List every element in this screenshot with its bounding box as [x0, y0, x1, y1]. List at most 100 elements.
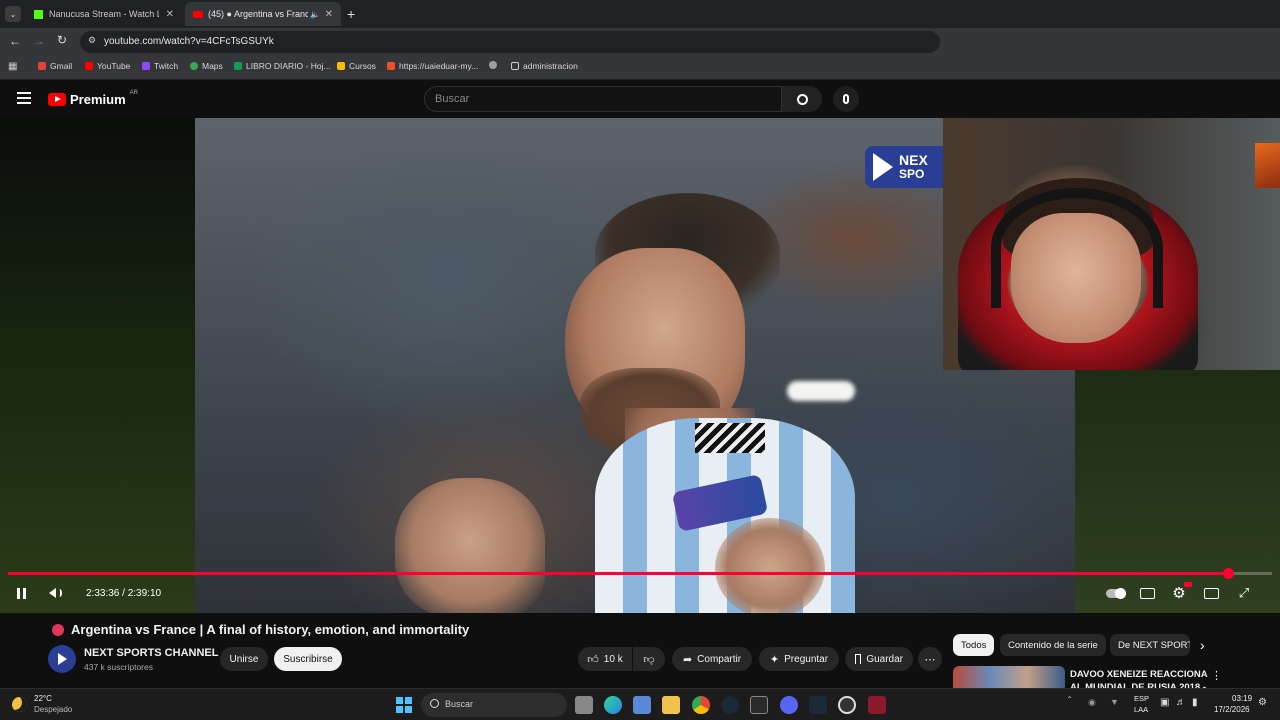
chip-series[interactable]: Contenido de la serie: [1000, 634, 1106, 656]
bookmark-uai[interactable]: https://uaieduar-my...: [387, 61, 478, 71]
save-button[interactable]: Guardar: [845, 647, 913, 671]
bookmark-youtube[interactable]: YouTube: [85, 61, 130, 71]
chrome-icon[interactable]: [692, 696, 710, 714]
ambient-left: [0, 118, 195, 613]
progress-fill: [8, 572, 1229, 575]
headphones: [991, 188, 1163, 308]
bookmark-twitch[interactable]: Twitch: [142, 61, 178, 71]
ask-button[interactable]: ✦ Preguntar: [759, 647, 839, 671]
light-glare: [787, 381, 855, 401]
steam-icon-2[interactable]: [809, 696, 827, 714]
apps-icon[interactable]: ▦: [8, 61, 17, 72]
video-player[interactable]: NEX SPO 2:33:36 / 2:39:10 ⚙ ⤢: [0, 118, 1280, 613]
menu-icon[interactable]: [17, 92, 31, 104]
epic-icon[interactable]: [750, 696, 768, 714]
search-input[interactable]: Buscar: [424, 86, 782, 112]
subtitles-button[interactable]: [1138, 584, 1156, 602]
video-title: Argentina vs France | A final of history…: [71, 622, 470, 637]
dzl-icon[interactable]: [868, 696, 886, 714]
tab-nanucusa[interactable]: Nanucusa Stream - Watch Live ✕: [26, 2, 182, 26]
like-button[interactable]: 👍︎ 10 k: [578, 647, 632, 671]
back-icon[interactable]: ←: [9, 34, 21, 48]
edge-icon[interactable]: [604, 696, 622, 714]
close-tab-icon[interactable]: ✕: [166, 9, 174, 20]
display-icon[interactable]: ▣: [1160, 697, 1169, 708]
youtube-play-icon: [48, 93, 66, 106]
search-icon: [430, 699, 439, 708]
bookmark-cursos[interactable]: Cursos: [337, 61, 376, 71]
watermark-line2: SPO: [899, 167, 925, 181]
twitch-icon: [142, 62, 150, 70]
clock-date[interactable]: 17/2/2026: [1214, 705, 1250, 714]
obs-icon[interactable]: [838, 696, 856, 714]
subscribe-button[interactable]: Suscribirse: [274, 647, 342, 671]
language-1[interactable]: ESP: [1134, 694, 1149, 703]
join-button[interactable]: Unirse: [220, 647, 268, 671]
clock-time[interactable]: 03:19: [1232, 694, 1252, 703]
theater-mode-button[interactable]: [1202, 584, 1220, 602]
watermark-line1: NEX: [899, 152, 928, 168]
autoplay-toggle[interactable]: [1105, 584, 1127, 602]
browser-toolbar: ← → ↻ ⚙ youtube.com/watch?v=4CFcTsGSUYk: [0, 28, 1280, 56]
youtube-logo[interactable]: Premium AR: [48, 90, 138, 107]
steam-icon[interactable]: [721, 696, 739, 714]
task-view-icon[interactable]: [575, 696, 593, 714]
taskbar-search[interactable]: Buscar: [421, 693, 567, 717]
hd-badge: [1184, 582, 1192, 587]
volume-button[interactable]: [45, 584, 65, 602]
close-tab-icon[interactable]: ✕: [325, 9, 333, 20]
explorer-icon[interactable]: [662, 696, 680, 714]
video-info: Argentina vs France | A final of history…: [0, 613, 1280, 688]
speaker-icon[interactable]: 🔈: [310, 10, 320, 19]
site-info-icon[interactable]: ⚙: [88, 35, 96, 46]
youtube-icon: [85, 62, 93, 70]
tray-chevron-icon[interactable]: ˆ: [1068, 696, 1071, 707]
forward-icon[interactable]: →: [33, 34, 45, 48]
start-button[interactable]: [396, 697, 412, 713]
more-actions-button[interactable]: ⋯: [918, 647, 942, 671]
pause-button[interactable]: [12, 584, 30, 602]
weather-temp[interactable]: 22°C: [34, 694, 52, 703]
gmail-icon: [38, 62, 46, 70]
new-tab-button[interactable]: +: [347, 6, 355, 22]
reload-icon[interactable]: ↻: [57, 33, 67, 47]
store-icon[interactable]: [633, 696, 651, 714]
tray-network-icon[interactable]: ◉: [1088, 697, 1096, 708]
related-thumbnail[interactable]: [953, 666, 1065, 688]
bookmark-maps[interactable]: Maps: [190, 61, 223, 71]
tab-title: Nanucusa Stream - Watch Live: [49, 9, 159, 19]
channel-avatar[interactable]: [48, 645, 76, 673]
bookmark-globe[interactable]: [489, 61, 501, 69]
dislike-button[interactable]: 👎︎: [633, 647, 665, 671]
settings-button[interactable]: ⚙: [1170, 582, 1192, 602]
tab-argentina-france[interactable]: (45) ● Argentina vs France 🔈 ✕: [185, 2, 341, 26]
notification-bell-icon[interactable]: ⚙: [1258, 697, 1267, 708]
bookmark-libro-diario[interactable]: LIBRO DIARIO - Hoj...: [234, 61, 331, 71]
chip-all[interactable]: Todos: [953, 634, 995, 656]
tray-usb-icon[interactable]: ▼: [1110, 697, 1119, 707]
chip-channel[interactable]: De NEXT SPORT: [1110, 634, 1190, 656]
bookmark-folder-administracion[interactable]: administracion: [511, 61, 578, 71]
battery-icon[interactable]: ▮: [1192, 697, 1198, 708]
discord-icon[interactable]: [780, 696, 798, 714]
channel-name[interactable]: NEXT SPORTS CHANNEL: [84, 647, 218, 659]
address-bar[interactable]: ⚙ youtube.com/watch?v=4CFcTsGSUYk: [80, 31, 940, 53]
chevron-right-icon[interactable]: ›: [1200, 637, 1205, 653]
related-title-line1[interactable]: DAVOO XENEIZE REACCIONA: [1070, 669, 1208, 680]
bookmark-gmail[interactable]: Gmail: [38, 61, 72, 71]
tab-list-button[interactable]: ⌄: [5, 6, 21, 22]
progress-bar[interactable]: [8, 568, 1272, 579]
weather-desc[interactable]: Despejado: [34, 705, 72, 714]
fullscreen-button[interactable]: ⤢: [1235, 584, 1253, 602]
time-display: 2:33:36 / 2:39:10: [86, 588, 162, 599]
volume-tray-icon[interactable]: ♬: [1176, 697, 1186, 708]
maps-icon: [190, 62, 198, 70]
language-2[interactable]: LAA: [1134, 705, 1148, 714]
share-button[interactable]: ➦ Compartir: [672, 647, 752, 671]
share-icon: ➦: [682, 653, 693, 666]
bookmark-icon: [855, 654, 862, 664]
search-button[interactable]: [782, 86, 822, 112]
voice-search-button[interactable]: [833, 86, 859, 112]
kick-icon: [34, 9, 43, 19]
related-more-icon[interactable]: ⋮: [1211, 669, 1222, 682]
